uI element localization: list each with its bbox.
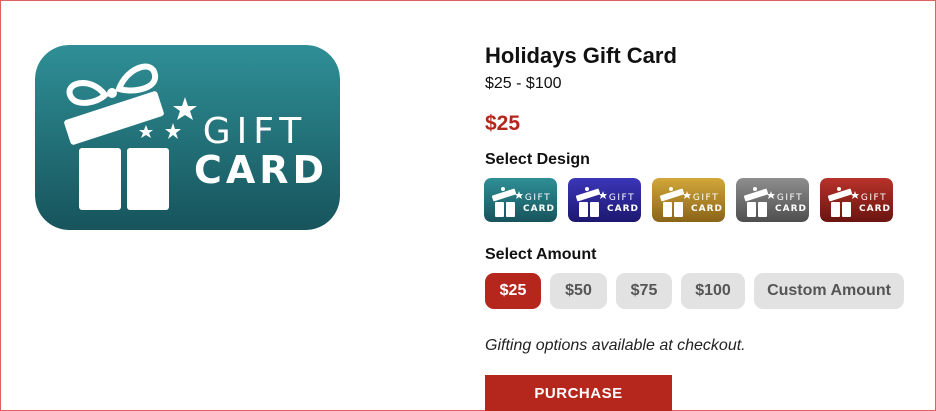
gift-card-image: GIFT CARD	[35, 45, 340, 230]
design-card-text-line2: CARD	[859, 204, 891, 214]
amount-option-button[interactable]: $25	[485, 273, 541, 309]
amount-option-button[interactable]: Custom Amount	[754, 273, 904, 309]
selected-price: $25	[485, 112, 521, 135]
design-card-text-line1: GIFT	[609, 193, 635, 203]
design-card-text-line1: GIFT	[861, 193, 887, 203]
amount-option-button[interactable]: $50	[550, 273, 607, 309]
select-design-label: Select Design	[485, 151, 590, 168]
design-card-text-line1: GIFT	[525, 193, 551, 203]
design-option-teal[interactable]: GIFT CARD	[484, 178, 557, 222]
design-card-text-line1: GIFT	[777, 193, 803, 203]
design-card-text-line2: CARD	[691, 204, 723, 214]
amount-option-button[interactable]: $100	[681, 273, 745, 309]
card-text-line2: CARD	[194, 148, 328, 192]
design-options: GIFT CARD GIFT CARD GIFT CARD GIFT CARD GIFT CARD	[484, 178, 893, 222]
design-option-gold[interactable]: GIFT CARD	[652, 178, 725, 222]
design-card-text-line1: GIFT	[693, 193, 719, 203]
design-option-indigo[interactable]: GIFT CARD	[568, 178, 641, 222]
design-card-text-line2: CARD	[775, 204, 807, 214]
amount-option-button[interactable]: $75	[616, 273, 672, 309]
design-card-text-line2: CARD	[523, 204, 555, 214]
design-card-text-line2: CARD	[607, 204, 639, 214]
design-option-gray[interactable]: GIFT CARD	[736, 178, 809, 222]
card-text-line1: GIFT	[203, 111, 308, 152]
amount-options: $25 $50 $75 $100 Custom Amount	[485, 273, 904, 309]
price-range: $25 - $100	[485, 75, 562, 92]
select-amount-label: Select Amount	[485, 246, 597, 263]
design-option-red[interactable]: GIFT CARD	[820, 178, 893, 222]
gifting-note: Gifting options available at checkout.	[485, 337, 746, 354]
product-title: Holidays Gift Card	[485, 43, 677, 68]
purchase-button[interactable]: PURCHASE	[485, 375, 672, 411]
